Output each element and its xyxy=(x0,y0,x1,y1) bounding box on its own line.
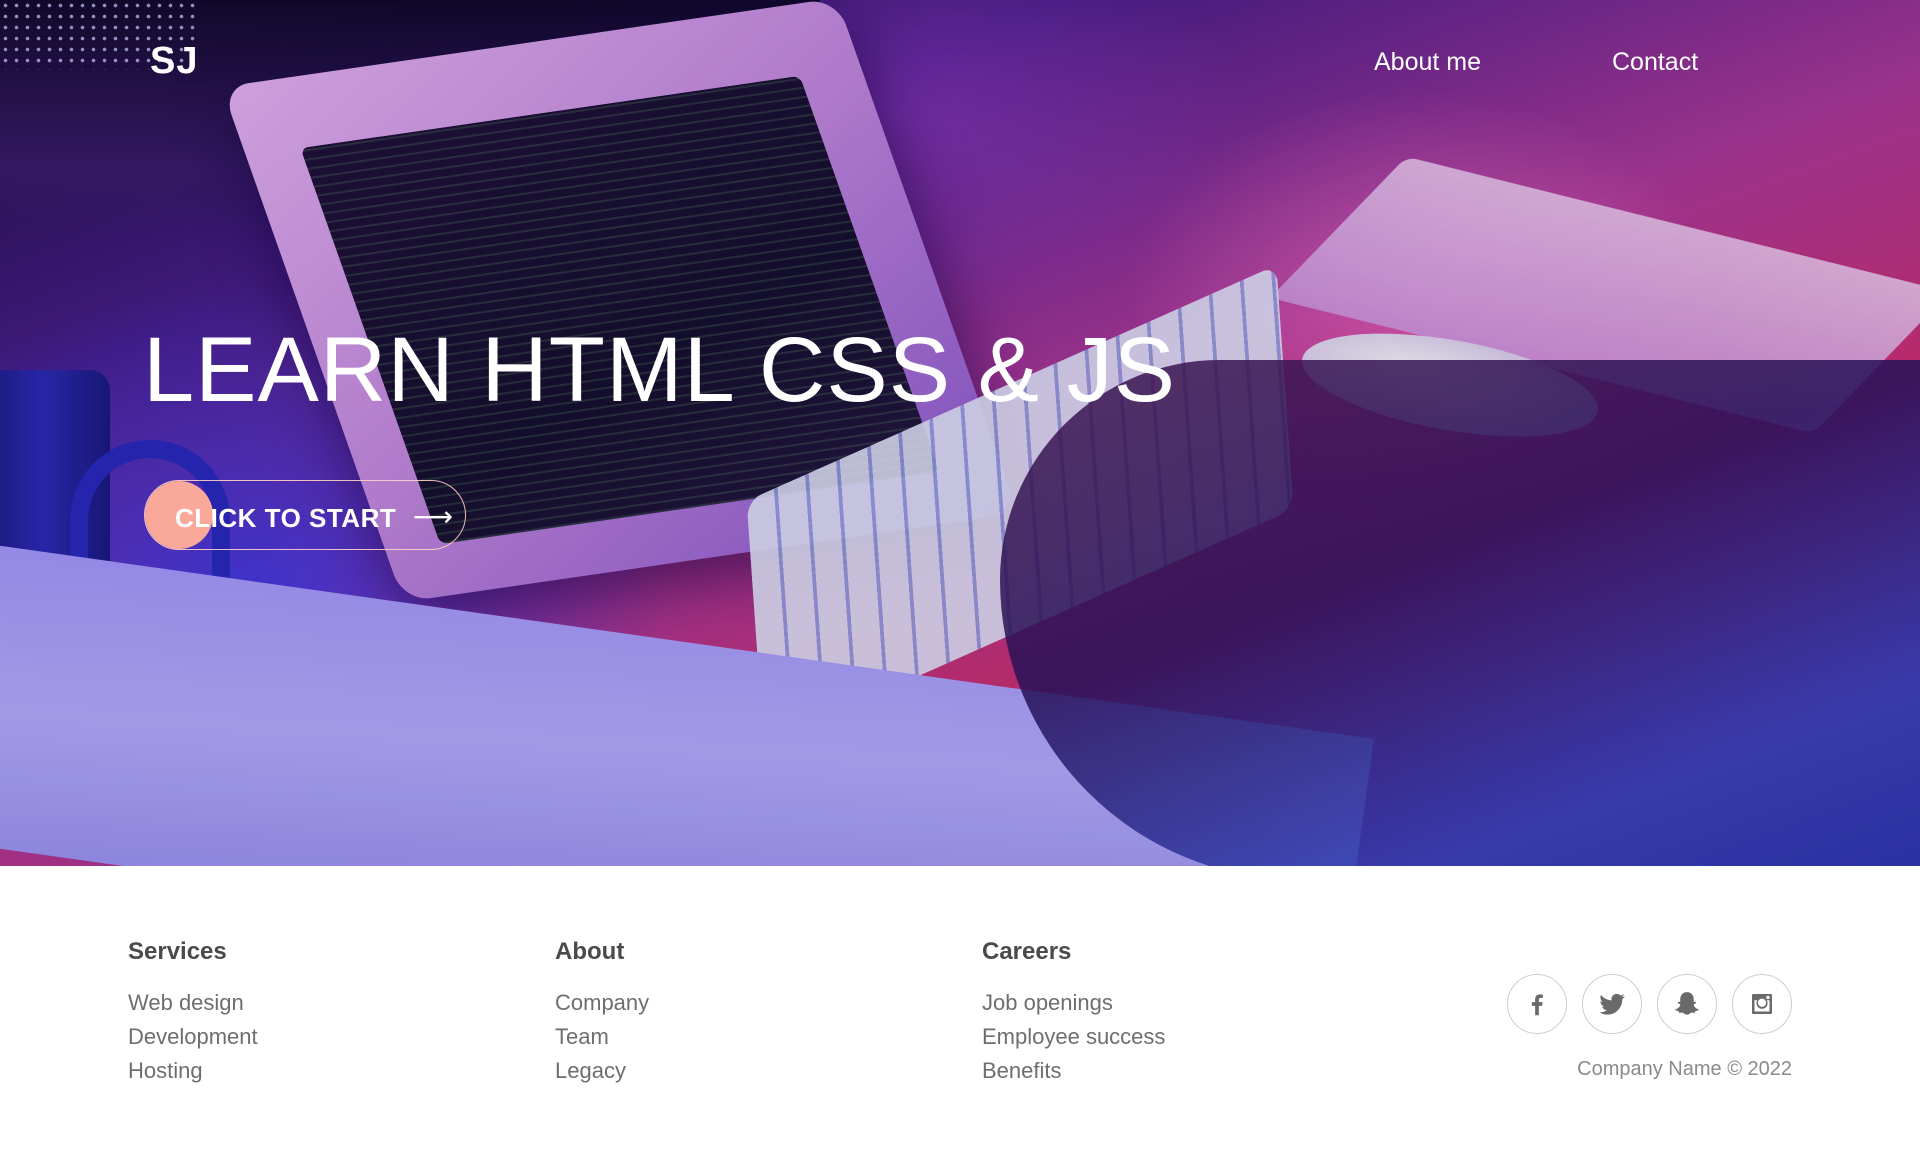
navbar: SJ About me Contact xyxy=(0,0,1920,130)
logo[interactable]: SJ xyxy=(150,40,198,83)
footer-column-services: Services Web design Development Hosting xyxy=(128,938,258,1090)
footer-link-employee-success[interactable]: Employee success xyxy=(982,1022,1165,1056)
twitter-button[interactable] xyxy=(1582,974,1642,1034)
twitter-icon xyxy=(1599,993,1625,1015)
hero-title: LEARN HTML CSS & JS xyxy=(143,319,1176,421)
facebook-icon xyxy=(1531,994,1543,1016)
copyright-text: Company Name © 2022 xyxy=(1577,1058,1792,1080)
footer-link-web-design[interactable]: Web design xyxy=(128,988,258,1022)
footer-column-careers: Careers Job openings Employee success Be… xyxy=(982,938,1165,1090)
footer-heading: Services xyxy=(128,938,227,965)
nav-link-about-me[interactable]: About me xyxy=(1374,48,1481,77)
cta-label: CLICK TO START xyxy=(175,503,397,533)
instagram-button[interactable] xyxy=(1732,974,1792,1034)
arrow-right-icon: ⟶ xyxy=(413,500,454,533)
footer: Services Web design Development Hosting … xyxy=(0,866,1920,1164)
footer-link-development[interactable]: Development xyxy=(128,1022,258,1056)
hero-section: SJ About me Contact LEARN HTML CSS & JS … xyxy=(0,0,1920,866)
footer-link-job-openings[interactable]: Job openings xyxy=(982,988,1165,1022)
footer-heading: Careers xyxy=(982,938,1072,965)
social-links xyxy=(1507,974,1793,1036)
footer-link-benefits[interactable]: Benefits xyxy=(982,1056,1165,1090)
snapchat-icon xyxy=(1675,992,1699,1015)
click-to-start-button[interactable]: CLICK TO START ⟶ xyxy=(144,480,466,550)
nav-link-contact[interactable]: Contact xyxy=(1612,48,1698,77)
footer-heading: About xyxy=(555,938,625,965)
snapchat-button[interactable] xyxy=(1657,974,1717,1034)
facebook-button[interactable] xyxy=(1507,974,1567,1034)
footer-link-company[interactable]: Company xyxy=(555,988,649,1022)
footer-link-legacy[interactable]: Legacy xyxy=(555,1056,649,1090)
footer-link-hosting[interactable]: Hosting xyxy=(128,1056,258,1090)
instagram-icon xyxy=(1752,994,1772,1014)
footer-column-about: About Company Team Legacy xyxy=(555,938,649,1090)
footer-link-team[interactable]: Team xyxy=(555,1022,649,1056)
